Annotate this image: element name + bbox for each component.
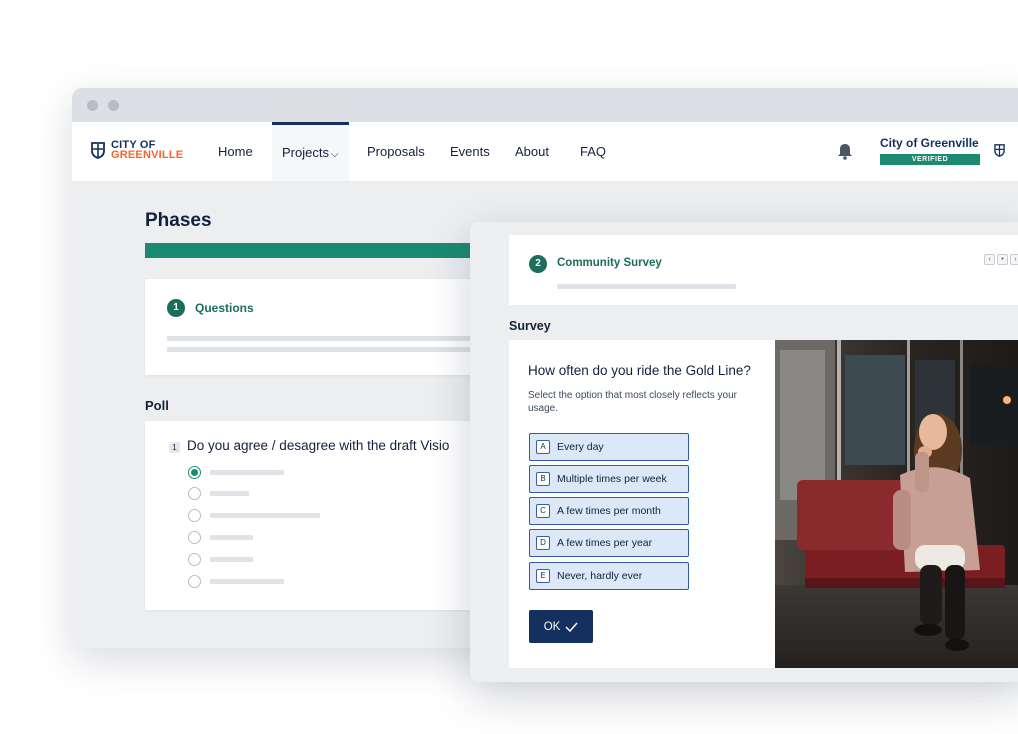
window-titlebar — [72, 88, 1018, 122]
option-key: D — [536, 536, 550, 550]
placeholder-option-text — [210, 557, 253, 562]
placeholder-option-text — [210, 579, 284, 584]
survey-question: How often do you ride the Gold Line? — [528, 363, 751, 378]
logo-wordmark: CITY OF GREENVILLE — [111, 140, 184, 161]
option-label: Every day — [557, 441, 604, 453]
survey-window: 2 Community Survey ‹ • › Survey How ofte… — [470, 222, 1018, 682]
chevron-down-icon: ⌵ — [330, 149, 339, 160]
option-label: A few times per month — [557, 505, 661, 517]
step-title[interactable]: Community Survey — [557, 257, 662, 269]
option-key: E — [536, 569, 550, 583]
nav-projects[interactable]: Projects ⌵ — [272, 122, 349, 181]
shield-icon[interactable] — [994, 144, 1005, 157]
survey-heading: Survey — [509, 319, 551, 333]
poll-heading: Poll — [145, 398, 169, 413]
city-logo[interactable]: CITY OF GREENVILLE — [91, 140, 184, 161]
logo-line-2: GREENVILLE — [111, 149, 184, 161]
window-control-dot[interactable] — [108, 100, 119, 111]
nav-projects-label: Projects — [282, 145, 329, 160]
placeholder-option-text — [210, 513, 320, 518]
nav-about[interactable]: About — [515, 122, 549, 181]
survey-photo — [775, 340, 1018, 668]
nav-proposals[interactable]: Proposals — [367, 122, 425, 181]
verified-badge: VERIFIED — [880, 154, 980, 165]
top-navigation: CITY OF GREENVILLE Home Projects ⌵ Propos… — [72, 122, 1018, 181]
poll-question: Do you agree / desagree with the draft V… — [187, 438, 450, 453]
placeholder-option-text — [210, 470, 284, 475]
pager-dot-button[interactable]: • — [997, 254, 1008, 265]
poll-radio-option-6[interactable] — [188, 575, 201, 588]
option-key: B — [536, 472, 550, 486]
nav-faq[interactable]: FAQ — [580, 122, 606, 181]
option-label: A few times per year — [557, 537, 653, 549]
org-name[interactable]: City of Greenville — [880, 136, 979, 150]
placeholder-option-text — [210, 491, 249, 496]
window-control-dot[interactable] — [87, 100, 98, 111]
placeholder-option-text — [210, 535, 253, 540]
shield-logo-icon — [91, 141, 105, 159]
poll-radio-option-2[interactable] — [188, 487, 201, 500]
subway-rider-image — [775, 340, 1018, 668]
bell-icon[interactable] — [838, 143, 852, 160]
poll-radio-option-3[interactable] — [188, 509, 201, 522]
step-number-badge: 2 — [529, 255, 547, 273]
answer-option-b[interactable]: B Multiple times per week — [529, 465, 689, 493]
poll-radio-option-1[interactable] — [188, 466, 201, 479]
answer-option-c[interactable]: C A few times per month — [529, 497, 689, 525]
answer-option-e[interactable]: E Never, hardly ever — [529, 562, 689, 590]
ok-button[interactable]: OK — [529, 610, 593, 643]
option-label: Never, hardly ever — [557, 570, 643, 582]
survey-step-card: 2 Community Survey ‹ • › — [509, 235, 1018, 305]
step-title[interactable]: Questions — [195, 301, 254, 315]
next-arrow-button[interactable]: › — [1010, 254, 1018, 265]
survey-question-panel: How often do you ride the Gold Line? Sel… — [509, 340, 775, 668]
nav-events[interactable]: Events — [450, 122, 490, 181]
prev-arrow-button[interactable]: ‹ — [984, 254, 995, 265]
option-label: Multiple times per week — [557, 473, 667, 485]
nav-home[interactable]: Home — [218, 122, 253, 181]
answer-option-d[interactable]: D A few times per year — [529, 529, 689, 557]
poll-radio-option-4[interactable] — [188, 531, 201, 544]
placeholder-text-line — [557, 284, 736, 289]
phases-heading: Phases — [145, 210, 212, 231]
option-key: C — [536, 504, 550, 518]
poll-radio-option-5[interactable] — [188, 553, 201, 566]
checkmark-icon — [565, 622, 578, 632]
option-key: A — [536, 440, 550, 454]
ok-button-label: OK — [543, 620, 561, 633]
question-number: 1 — [169, 442, 180, 453]
step-number-badge: 1 — [167, 299, 185, 317]
survey-help-text: Select the option that most closely refl… — [528, 390, 737, 414]
answer-option-a[interactable]: A Every day — [529, 433, 689, 461]
